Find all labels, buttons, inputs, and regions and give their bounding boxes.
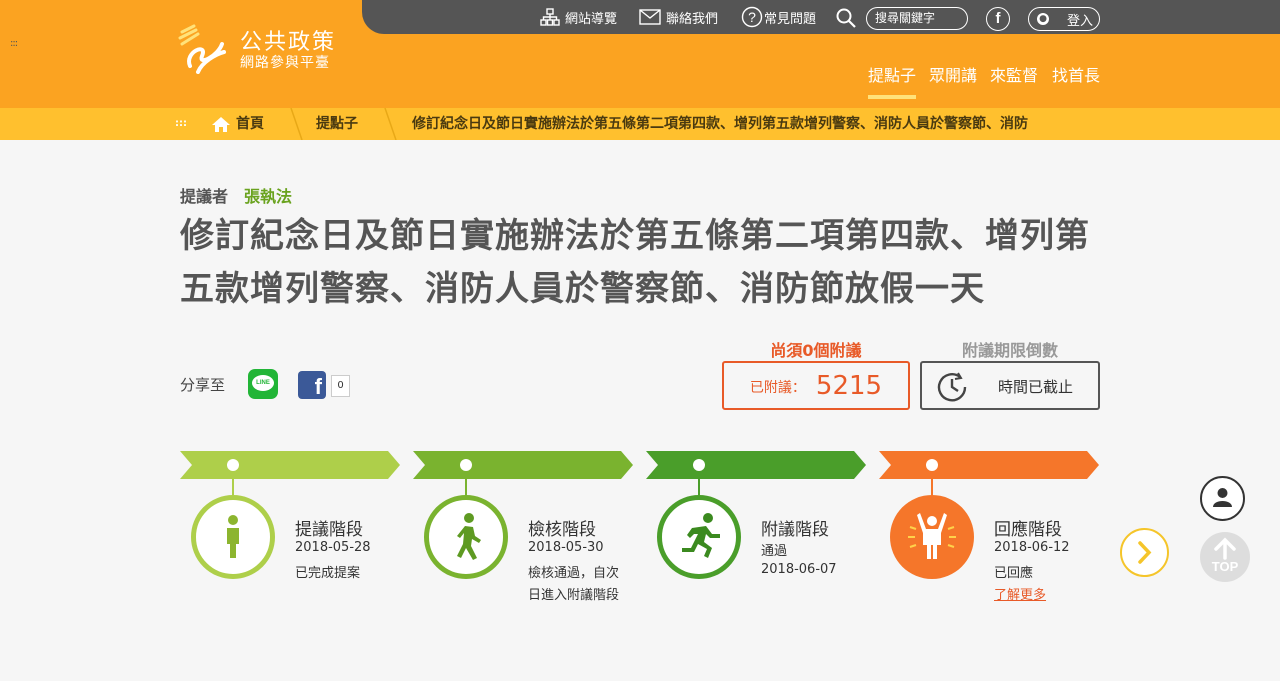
search-icon[interactable]: [836, 8, 858, 28]
stage-4-status: 已回應: [994, 566, 1034, 581]
deadline-box: 時間已截止: [920, 361, 1100, 410]
stage-connector: [465, 472, 467, 496]
svg-text:?: ?: [748, 9, 756, 25]
stage-1-status: 已完成提案: [295, 566, 361, 581]
nav-supervise[interactable]: 來監督: [990, 62, 1038, 86]
stage-2-status: 檢核通過，自次: [528, 566, 620, 581]
chevron-right-icon: [1138, 541, 1152, 564]
stage-dot: [693, 459, 705, 471]
stage-dot: [460, 459, 472, 471]
share-label: 分享至: [180, 376, 226, 394]
stage-4-date: 2018-06-12: [994, 540, 1070, 555]
stage-3-title: 附議階段: [761, 520, 829, 540]
facebook-icon[interactable]: f: [986, 7, 1010, 31]
standing-person-icon: [227, 515, 239, 558]
stage-arrow: [879, 451, 1099, 479]
stage-arrow: [413, 451, 633, 479]
breadcrumb: ::: 首頁 提點子 修訂紀念日及節日實施辦法於第五條第二項第四款、增列第五款增…: [0, 108, 1280, 140]
breadcrumb-separator: [384, 108, 397, 140]
stage-1-circle: [191, 495, 275, 579]
menu-dots-icon[interactable]: :::: [10, 38, 18, 49]
top-utility-bar: [362, 0, 1280, 34]
faq-link[interactable]: ? 常見問題: [741, 0, 816, 34]
sitemap-link[interactable]: 網站導覽: [540, 0, 617, 34]
nav-officials[interactable]: 找首長: [1052, 62, 1100, 86]
nav-discuss[interactable]: 眾開講: [929, 62, 977, 86]
proposer-label: 提議者: [180, 187, 229, 206]
deadline-label: 附議期限倒數: [961, 341, 1058, 360]
stage-4-circle: [890, 495, 974, 579]
stage-2-date: 2018-05-30: [528, 540, 604, 555]
home-icon[interactable]: [211, 116, 231, 133]
nav-active-indicator: [868, 95, 916, 99]
faq-label: 常見問題: [764, 11, 817, 27]
user-icon: [1213, 488, 1232, 507]
contact-label: 聯絡我們: [666, 11, 719, 27]
search-input[interactable]: 搜尋關鍵字: [866, 7, 968, 30]
stage-3-circle: [657, 495, 741, 579]
site-logo-icon[interactable]: [178, 22, 228, 74]
site-header: ::: 公共政策 網路參與平臺 網站導覽 聯絡我們 ? 常見問題 搜尋關鍵字 f…: [0, 0, 1280, 108]
mail-icon: [639, 9, 661, 25]
stage-arrow: [180, 451, 400, 479]
cheering-person-icon: [908, 513, 956, 559]
stage-3-date: 2018-06-07: [761, 562, 837, 577]
line-share-label: LINE: [252, 375, 274, 391]
site-subtitle[interactable]: 網路參與平臺: [240, 52, 330, 72]
sitemap-label: 網站導覽: [565, 11, 618, 27]
breadcrumb-section[interactable]: 提點子: [316, 108, 358, 140]
walking-person-icon: [457, 513, 481, 560]
seconded-count-box: 已附議： 5215: [722, 361, 910, 410]
seconded-label: 已附議：: [749, 380, 806, 396]
nav-ideas[interactable]: 提點子: [868, 62, 916, 86]
running-person-icon: [682, 513, 720, 558]
back-to-top-button[interactable]: TOP: [1200, 532, 1250, 582]
contact-link[interactable]: 聯絡我們: [639, 0, 718, 34]
stage-2-status-cont: 日進入附議階段: [528, 588, 620, 603]
line-share-icon[interactable]: LINE: [248, 369, 278, 399]
stage-connector: [698, 472, 700, 496]
stage-dot: [227, 459, 239, 471]
stage-1-date: 2018-05-28: [295, 540, 371, 555]
learn-more-link[interactable]: 了解更多: [994, 584, 1046, 603]
next-stage-button[interactable]: [1120, 528, 1169, 577]
user-icon: ●: [1037, 13, 1049, 25]
facebook-share-icon[interactable]: f: [298, 371, 326, 399]
clock-icon: [937, 372, 967, 402]
stage-2-title: 檢核階段: [528, 520, 596, 540]
seconds-needed-label: 尚須0個附議: [770, 341, 862, 360]
stage-arrow: [646, 451, 866, 479]
stage-connector: [232, 472, 234, 496]
login-button[interactable]: ● 登入: [1028, 7, 1100, 31]
grid-dots-icon: :::: [175, 118, 187, 129]
member-button[interactable]: [1200, 476, 1245, 521]
arrow-up-icon: [1214, 537, 1236, 560]
question-icon: ?: [741, 6, 763, 28]
deadline-status: 時間已截止: [998, 378, 1074, 396]
proposer-name: 張執法: [244, 187, 293, 206]
page-title: 修訂紀念日及節日實施辦法於第五條第二項第四款、增列第五款增列警察、消防人員於警察…: [180, 216, 1090, 309]
breadcrumb-separator: [290, 108, 303, 140]
breadcrumb-current: 修訂紀念日及節日實施辦法於第五條第二項第四款、增列第五款增列警察、消防人員於警察…: [412, 116, 1028, 132]
stage-2-circle: [424, 495, 508, 579]
stage-connector: [931, 472, 933, 496]
stage-3-status: 通過: [761, 544, 788, 559]
stage-1-title: 提議階段: [295, 520, 363, 540]
facebook-share-count: 0: [331, 375, 350, 397]
sitemap-icon: [540, 8, 560, 26]
seconded-count: 5215: [815, 370, 883, 401]
breadcrumb-home[interactable]: 首頁: [236, 108, 264, 140]
stage-dot: [926, 459, 938, 471]
login-label: 登入: [1067, 13, 1094, 29]
stage-4-title: 回應階段: [994, 520, 1062, 540]
